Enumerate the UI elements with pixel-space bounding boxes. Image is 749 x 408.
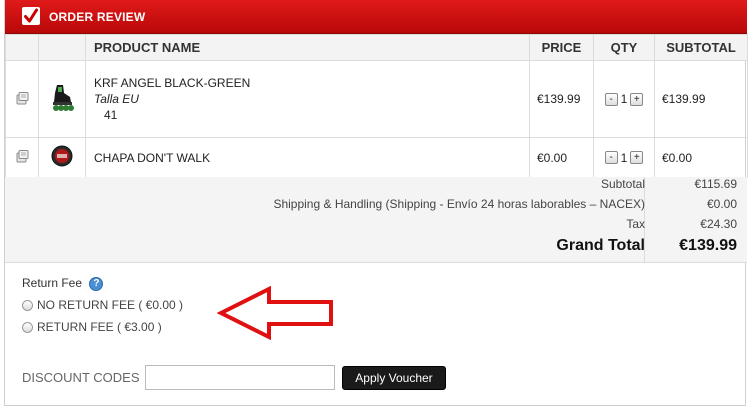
cart-table: PRODUCT NAME PRICE QTY SUBTOTAL KRF ANGE…	[5, 34, 748, 178]
qty-increase-button[interactable]: +	[630, 151, 644, 165]
subtotal-value: €115.69	[694, 177, 738, 191]
header-title: ORDER REVIEW	[49, 10, 146, 24]
trash-icon[interactable]	[15, 91, 29, 108]
qty-increase-button[interactable]: +	[630, 92, 644, 106]
badge-pin-icon[interactable]	[51, 145, 73, 170]
subtotal-cell: €139.99	[654, 60, 748, 138]
product-image-cell	[38, 137, 86, 178]
order-review-panel: ORDER REVIEW PRODUCT NAME PRICE QTY SUBT…	[4, 0, 748, 406]
qty-value: 1	[620, 150, 628, 165]
subtotal-cell: €0.00	[654, 137, 748, 178]
product-name-cell: KRF ANGEL BLACK-GREEN Talla EU 41	[85, 60, 530, 138]
qty-cell: -1 +	[593, 60, 655, 138]
return-fee-option[interactable]: RETURN FEE ( €3.00 )	[22, 320, 162, 334]
apply-voucher-button[interactable]: Apply Voucher	[342, 366, 446, 390]
price-cell: €139.99	[529, 60, 594, 138]
product-name: KRF ANGEL BLACK-GREEN	[94, 76, 251, 90]
return-fee-label: Return Fee	[22, 276, 83, 290]
return-fee-heading: Return Fee ?	[22, 276, 104, 291]
qty-decrease-button[interactable]: -	[604, 92, 618, 106]
shipping-label: Shipping & Handling (Shipping - Envío 24…	[273, 197, 645, 211]
trash-icon[interactable]	[15, 149, 29, 166]
order-review-header: ORDER REVIEW	[5, 0, 747, 34]
no-return-fee-radio[interactable]	[22, 300, 33, 312]
help-icon[interactable]: ?	[89, 276, 104, 291]
product-attribute-label: Talla EU	[94, 92, 139, 106]
tax-value: €24.30	[700, 217, 737, 231]
no-return-fee-label: NO RETURN FEE ( €0.00 )	[37, 298, 184, 312]
inline-skate-icon[interactable]	[49, 83, 75, 116]
no-return-fee-option[interactable]: NO RETURN FEE ( €0.00 )	[22, 298, 183, 312]
col-subtotal: SUBTOTAL	[654, 34, 748, 61]
qty-cell: -1 +	[593, 137, 655, 178]
price-cell: €0.00	[529, 137, 594, 178]
table-row: CHAPA DON'T WALK €0.00 -1 + €0.00	[5, 137, 748, 178]
table-header-row: PRODUCT NAME PRICE QTY SUBTOTAL	[5, 34, 748, 61]
col-qty: QTY	[593, 34, 655, 61]
table-row: KRF ANGEL BLACK-GREEN Talla EU 41 €139.9…	[5, 60, 748, 138]
grand-total-label: Grand Total	[556, 237, 645, 254]
remove-cell	[5, 60, 39, 138]
grand-total-value: €139.99	[679, 237, 737, 254]
col-remove	[5, 34, 39, 61]
product-name: CHAPA DON'T WALK	[94, 150, 211, 165]
remove-cell	[5, 137, 39, 178]
product-name-cell: CHAPA DON'T WALK	[85, 137, 530, 178]
return-fee-radio[interactable]	[22, 322, 33, 334]
col-image	[38, 34, 86, 61]
col-price: PRICE	[529, 34, 594, 61]
discount-code-input[interactable]	[145, 365, 335, 390]
col-product-name: PRODUCT NAME	[85, 34, 530, 61]
checkmark-icon	[22, 7, 40, 25]
red-arrow-annotation-icon	[216, 285, 337, 343]
product-image-cell	[38, 60, 86, 138]
tax-label: Tax	[626, 217, 645, 231]
discount-codes-label: DISCOUNT CODES	[22, 370, 140, 385]
return-fee-option-label: RETURN FEE ( €3.00 )	[37, 320, 162, 334]
subtotal-label: Subtotal	[600, 177, 645, 191]
qty-decrease-button[interactable]: -	[604, 151, 618, 165]
totals-section: Subtotal €115.69 Shipping & Handling (Sh…	[5, 177, 747, 263]
product-attribute-value: 41	[104, 108, 118, 122]
qty-value: 1	[620, 92, 628, 107]
shipping-value: €0.00	[706, 197, 737, 211]
